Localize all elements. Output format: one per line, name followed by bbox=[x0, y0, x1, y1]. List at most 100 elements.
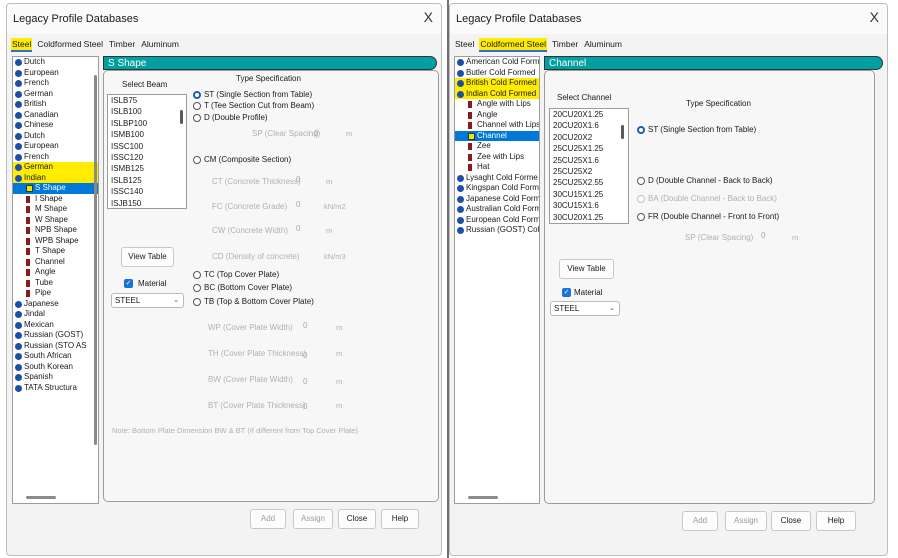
list-item[interactable]: ISJB150 bbox=[108, 198, 186, 208]
tree-item-zee-with-lips[interactable]: Zee with Lips bbox=[455, 152, 539, 163]
fc-value[interactable]: 0 bbox=[296, 200, 300, 209]
tree-item-tube[interactable]: Tube bbox=[13, 278, 98, 289]
list-item[interactable]: 25CU25X2.55 bbox=[550, 177, 628, 188]
add-button[interactable]: Add bbox=[682, 511, 718, 531]
radio-d[interactable] bbox=[637, 177, 645, 185]
list-item[interactable]: ISSC140 bbox=[108, 186, 186, 197]
channel-list[interactable]: 20CU20X1.25 20CU20X1.6 20CU20X2 25CU25X1… bbox=[549, 108, 629, 224]
tree-item-angle[interactable]: Angle bbox=[455, 110, 539, 121]
close-icon[interactable]: X bbox=[424, 9, 433, 25]
list-item[interactable]: 20CU20X2 bbox=[550, 132, 628, 143]
list-item[interactable]: 20CU20X1.25 bbox=[550, 109, 628, 120]
tree-item-i-shape[interactable]: I Shape bbox=[13, 194, 98, 205]
list-item[interactable]: ISSC100 bbox=[108, 141, 186, 152]
tab-aluminum[interactable]: Aluminum bbox=[583, 38, 623, 52]
radio-bc[interactable] bbox=[193, 284, 201, 292]
tab-steel[interactable]: Steel bbox=[454, 38, 475, 52]
tab-coldformed-steel[interactable]: Coldformed Steel bbox=[36, 38, 104, 52]
tree-item-mexican[interactable]: Mexican bbox=[13, 320, 98, 331]
tree-item-german-2[interactable]: German bbox=[13, 162, 98, 173]
tree-item-indian-cold-formed[interactable]: Indian Cold Formed bbox=[455, 88, 539, 99]
tree-horizontal-scrollbar[interactable] bbox=[468, 496, 498, 499]
tree-horizontal-scrollbar[interactable] bbox=[26, 496, 56, 499]
tree-item-japanese-cold-formed[interactable]: Japanese Cold Form bbox=[455, 194, 539, 205]
tree-item-indian[interactable]: Indian bbox=[13, 172, 98, 183]
radio-t[interactable] bbox=[193, 102, 201, 110]
tree-item-wpb-shape[interactable]: WPB Shape bbox=[13, 236, 98, 247]
list-item[interactable]: 25CU25X1.25 bbox=[550, 143, 628, 154]
beam-list[interactable]: ISLB75 ISLB100 ISLBP100 ISMB100 ISSC100 … bbox=[107, 94, 187, 209]
list-item[interactable]: ISLBP100 bbox=[108, 118, 186, 129]
bt-value[interactable]: 0 bbox=[303, 402, 307, 411]
help-button[interactable]: Help bbox=[816, 511, 856, 531]
view-table-button[interactable]: View Table bbox=[121, 247, 174, 267]
channel-list-scrollbar[interactable] bbox=[621, 125, 624, 139]
material-checkbox[interactable]: ✓ bbox=[124, 279, 133, 288]
tree-item-dutch-2[interactable]: Dutch bbox=[13, 131, 98, 142]
tree-item-jindal[interactable]: Jindal bbox=[13, 309, 98, 320]
tree-item-australian-cold-formed[interactable]: Australian Cold Form bbox=[455, 204, 539, 215]
tree-item-t-shape[interactable]: T Shape bbox=[13, 246, 98, 257]
tree-item-french-2[interactable]: French bbox=[13, 152, 98, 163]
tree-item-south-african[interactable]: South African bbox=[13, 351, 98, 362]
close-icon[interactable]: X bbox=[870, 9, 879, 25]
tree-item-m-shape[interactable]: M Shape bbox=[13, 204, 98, 215]
tree-item-npb-shape[interactable]: NPB Shape bbox=[13, 225, 98, 236]
tree-item-kingspan-cold-formed[interactable]: Kingspan Cold Form bbox=[455, 183, 539, 194]
tree-item-zee[interactable]: Zee bbox=[455, 141, 539, 152]
radio-tb[interactable] bbox=[193, 298, 201, 306]
tree-item-hat[interactable]: Hat bbox=[455, 162, 539, 173]
tree-item-south-korean[interactable]: South Korean bbox=[13, 362, 98, 373]
list-item[interactable]: ISSC120 bbox=[108, 152, 186, 163]
list-item[interactable]: ISMB100 bbox=[108, 129, 186, 140]
tree-item-european[interactable]: European bbox=[13, 68, 98, 79]
tree-item-channel[interactable]: Channel bbox=[13, 257, 98, 268]
list-item[interactable]: 30CU20X1.25 bbox=[550, 212, 628, 223]
list-item[interactable]: 30CU15X1.25 bbox=[550, 189, 628, 200]
tree-item-japanese[interactable]: Japanese bbox=[13, 299, 98, 310]
list-item[interactable]: 25CU25X2 bbox=[550, 166, 628, 177]
tree-scrollbar[interactable] bbox=[94, 75, 97, 445]
tree-item-german[interactable]: German bbox=[13, 89, 98, 100]
tree-item-russian-sto[interactable]: Russian (STO AS bbox=[13, 341, 98, 352]
sp-value[interactable]: 0 bbox=[761, 231, 765, 240]
tree-item-channel[interactable]: Channel bbox=[455, 130, 539, 141]
tree-item-angle-with-lips[interactable]: Angle with Lips bbox=[455, 99, 539, 110]
radio-tc[interactable] bbox=[193, 271, 201, 279]
material-checkbox[interactable]: ✓ bbox=[562, 288, 571, 297]
tree-item-canadian[interactable]: Canadian bbox=[13, 110, 98, 121]
tree-item-tata-structura[interactable]: TATA Structura bbox=[13, 383, 98, 394]
tree-item-american-cold-formed[interactable]: American Cold Form bbox=[455, 57, 539, 68]
th-value[interactable]: 0 bbox=[303, 351, 307, 360]
assign-button[interactable]: Assign bbox=[293, 509, 333, 529]
tab-aluminum[interactable]: Aluminum bbox=[140, 38, 180, 52]
list-item[interactable]: 20CU20X1.6 bbox=[550, 120, 628, 131]
list-item[interactable]: ISLB75 bbox=[108, 95, 186, 106]
tree-item-european-2[interactable]: European bbox=[13, 141, 98, 152]
radio-st[interactable] bbox=[637, 126, 645, 134]
tree-item-w-shape[interactable]: W Shape bbox=[13, 215, 98, 226]
tree-item-channel-with-lips[interactable]: Channel with Lips bbox=[455, 120, 539, 131]
profile-tree[interactable]: American Cold Form Butler Cold Formed Br… bbox=[454, 56, 540, 504]
list-item[interactable]: ISLB125 bbox=[108, 175, 186, 186]
radio-st[interactable] bbox=[193, 91, 201, 99]
radio-cm[interactable] bbox=[193, 156, 201, 164]
wp-value[interactable]: 0 bbox=[303, 321, 307, 330]
profile-tree[interactable]: Dutch European French German British Can… bbox=[12, 56, 99, 504]
sp-value[interactable]: 0 bbox=[314, 129, 318, 138]
radio-fr[interactable] bbox=[637, 213, 645, 221]
close-button[interactable]: Close bbox=[771, 511, 811, 531]
ct-value[interactable]: 0 bbox=[296, 175, 300, 184]
radio-d[interactable] bbox=[193, 114, 201, 122]
list-item[interactable]: ISMB125 bbox=[108, 163, 186, 174]
list-item[interactable]: 25CU25X1.6 bbox=[550, 155, 628, 166]
bw-value[interactable]: 0 bbox=[303, 377, 307, 386]
tree-item-lysaght-cold-formed[interactable]: Lysaght Cold Forme bbox=[455, 173, 539, 184]
list-item[interactable]: 30CU15X1.6 bbox=[550, 200, 628, 211]
tree-item-russian-gost[interactable]: Russian (GOST) bbox=[13, 330, 98, 341]
tab-timber[interactable]: Timber bbox=[108, 38, 136, 52]
tree-item-s-shape[interactable]: S Shape bbox=[13, 183, 98, 194]
tree-item-french[interactable]: French bbox=[13, 78, 98, 89]
tree-item-russian-gost-cold-formed[interactable]: Russian (GOST) Col bbox=[455, 225, 539, 236]
list-item[interactable]: ISLB100 bbox=[108, 106, 186, 117]
